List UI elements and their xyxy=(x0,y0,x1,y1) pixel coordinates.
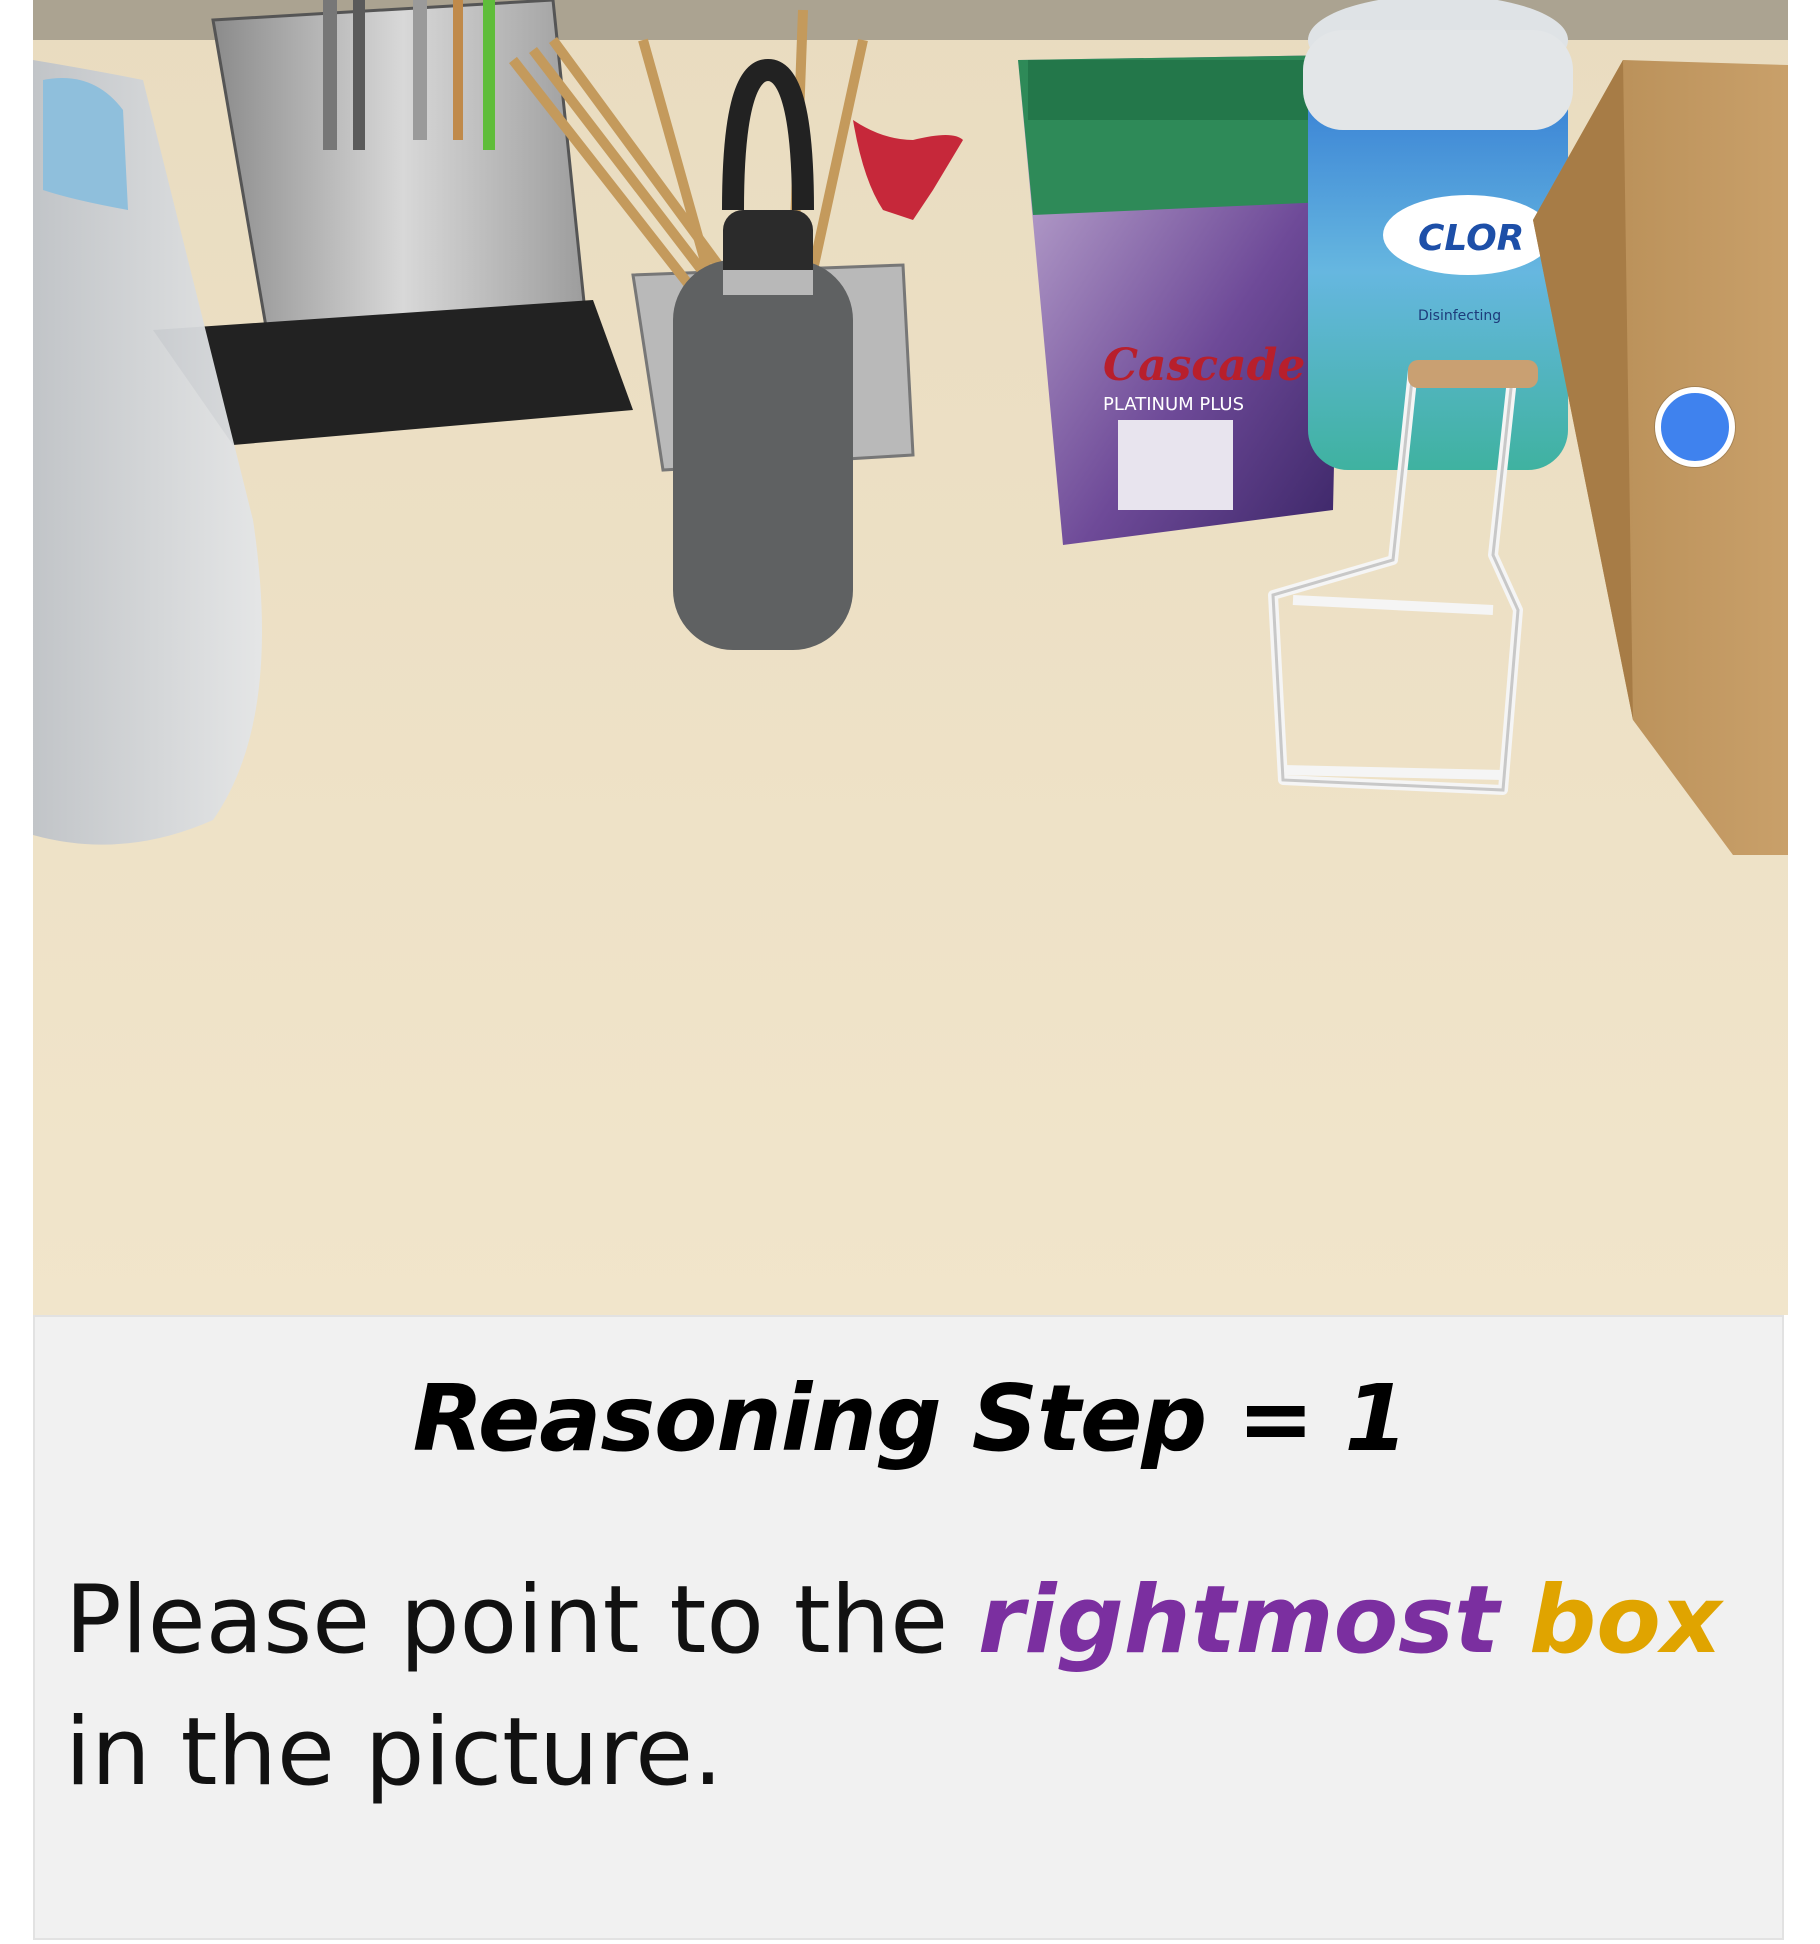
instruction-post: in the picture. xyxy=(65,1698,723,1807)
pointer-marker[interactable] xyxy=(1655,387,1735,467)
cascade-label: Cascade xyxy=(1103,340,1305,391)
scene-photo[interactable]: Cascade PLATINUM PLUS CLOR Disinfecting xyxy=(33,0,1788,1315)
instruction-space xyxy=(1499,1566,1529,1675)
scene-illustration: Cascade PLATINUM PLUS CLOR Disinfecting xyxy=(33,0,1788,1315)
instruction-highlight-box: box xyxy=(1528,1566,1722,1675)
clorox-sub-label: Disinfecting xyxy=(1418,308,1501,324)
cascade-sub-label: PLATINUM PLUS xyxy=(1103,394,1244,415)
instruction-pre: Please point to the xyxy=(65,1566,978,1675)
instruction-highlight-rightmost: rightmost xyxy=(977,1566,1500,1675)
screen: Cascade PLATINUM PLUS CLOR Disinfecting xyxy=(0,0,1820,1944)
instruction-text: Please point to the rightmost box in the… xyxy=(65,1555,1765,1819)
clorox-label: CLOR xyxy=(1418,218,1524,259)
reasoning-step-title: Reasoning Step = 1 xyxy=(412,1365,1409,1472)
